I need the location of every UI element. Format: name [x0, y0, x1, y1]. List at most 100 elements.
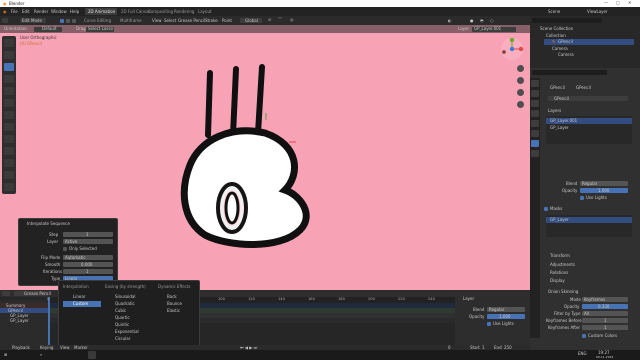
- custom-colors-checkbox[interactable]: [582, 334, 586, 338]
- blender-menu-icon[interactable]: ◉: [3, 9, 7, 14]
- menu-file[interactable]: File: [11, 9, 18, 14]
- overlays-icon[interactable]: ◐: [448, 18, 452, 23]
- blender-taskbar-icon[interactable]: [88, 351, 96, 359]
- output-tab-icon[interactable]: [531, 100, 539, 107]
- layer-dropdown[interactable]: Active: [63, 239, 113, 244]
- play-controls[interactable]: ⏮ ◀ ▶ ⏭: [240, 345, 257, 350]
- minimize-icon[interactable]: —: [604, 1, 608, 5]
- layer-row-2[interactable]: GP_Layer: [10, 319, 29, 323]
- start-field[interactable]: 1: [482, 345, 485, 350]
- transform-panel-header[interactable]: Transform: [550, 254, 570, 258]
- cursor-tool-icon[interactable]: [4, 39, 14, 47]
- pan-hand-icon[interactable]: [517, 77, 524, 84]
- scale-tool-icon[interactable]: [4, 87, 14, 95]
- select-tool-icon[interactable]: [4, 51, 14, 59]
- annotate-tool-icon[interactable]: [4, 183, 14, 191]
- current-frame-field[interactable]: 0: [448, 345, 451, 350]
- object-tab-icon[interactable]: [531, 120, 539, 127]
- panel-title[interactable]: Interpolate Sequence: [27, 222, 70, 226]
- tab-rendering[interactable]: Rendering: [174, 9, 194, 14]
- adjustments-panel-header[interactable]: Adjustments: [550, 263, 575, 267]
- outliner-item-camera[interactable]: Camera: [552, 47, 568, 51]
- menu-help[interactable]: Help: [70, 9, 79, 14]
- relations-panel-header[interactable]: Relations: [550, 271, 568, 275]
- tl-opacity-slider[interactable]: 1.000: [487, 314, 525, 319]
- tab-compositing[interactable]: Compositing: [148, 9, 173, 14]
- radius-tool-icon[interactable]: [4, 159, 14, 167]
- mode-dropdown[interactable]: Grease Pencil: [14, 291, 51, 296]
- menu-select[interactable]: Select: [164, 18, 176, 23]
- properties-search[interactable]: [532, 70, 607, 75]
- shading-material-icon[interactable]: ◓: [480, 18, 484, 23]
- opacity-slider[interactable]: 1.000: [580, 188, 628, 193]
- extrude-tool-icon[interactable]: [4, 147, 14, 155]
- iterations-field[interactable]: 1: [63, 269, 113, 274]
- option-sinusoidal[interactable]: Sinusoidal: [115, 295, 135, 299]
- navigation-gizmo[interactable]: [500, 37, 524, 61]
- shear-tool-icon[interactable]: [4, 123, 14, 131]
- layers-panel-header[interactable]: Layers: [548, 109, 561, 113]
- snap-icon[interactable]: ⌒: [278, 17, 282, 22]
- only-selected-checkbox[interactable]: [63, 246, 67, 251]
- shading-rendered-icon[interactable]: ○: [490, 18, 494, 23]
- option-quadratic[interactable]: Quadratic: [115, 302, 135, 306]
- outliner-search[interactable]: [532, 18, 602, 23]
- layer-row[interactable]: GP_Layer: [550, 126, 569, 130]
- option-linear[interactable]: Linear: [73, 295, 85, 299]
- use-lights-checkbox[interactable]: [580, 196, 584, 200]
- layer-panel-header[interactable]: Layer: [463, 297, 474, 301]
- view-layer-selector[interactable]: ViewLayer: [587, 9, 608, 14]
- bend-tool-icon[interactable]: [4, 111, 14, 119]
- menu-grease-pencil[interactable]: Grease Pencil: [178, 18, 205, 23]
- filter-type-dropdown[interactable]: All: [582, 311, 628, 316]
- option-quartic[interactable]: Quartic: [115, 316, 130, 320]
- transform-tool-icon[interactable]: [4, 99, 14, 107]
- camera-view-icon[interactable]: [517, 89, 524, 96]
- masks-checkbox[interactable]: [544, 207, 548, 211]
- outliner-item-collection[interactable]: Collection: [546, 34, 566, 38]
- outliner-item-camera-data[interactable]: Camera: [558, 53, 574, 57]
- menu-view[interactable]: View: [152, 18, 162, 23]
- option-quintic[interactable]: Quintic: [115, 323, 129, 327]
- editor-type-button[interactable]: [2, 18, 8, 23]
- zoom-icon[interactable]: [517, 65, 524, 72]
- rotate-tool-icon[interactable]: [4, 75, 14, 83]
- render-tab-icon[interactable]: [531, 90, 539, 97]
- select-mode-points-icon[interactable]: [60, 18, 64, 23]
- option-circular[interactable]: Circular: [115, 337, 130, 341]
- smooth-field[interactable]: 0.000: [63, 262, 113, 267]
- transform-orientation-dropdown[interactable]: Global: [240, 18, 262, 23]
- select-mode-segments-icon[interactable]: [72, 18, 76, 23]
- flip-mode-dropdown[interactable]: Automatic: [63, 255, 113, 260]
- onion-mode-dropdown[interactable]: Keyframes: [582, 297, 628, 302]
- tool-tab-icon[interactable]: [531, 80, 539, 87]
- keyframes-before-field[interactable]: 1: [582, 318, 628, 323]
- gpencil-datablock-field[interactable]: GPencil: [548, 96, 628, 101]
- grid-toggle-icon[interactable]: [517, 101, 524, 108]
- close-icon[interactable]: ✕: [628, 1, 631, 5]
- data-tab-icon[interactable]: [531, 140, 539, 147]
- layer-row-selected[interactable]: GP_Layer.001: [546, 118, 632, 124]
- option-exponential[interactable]: Exponential: [115, 330, 139, 334]
- tab-2d-full-canvas[interactable]: 2D Full Canvas: [121, 9, 151, 14]
- step-field[interactable]: 1: [63, 232, 113, 237]
- onion-opacity-slider[interactable]: 0.330: [582, 304, 628, 309]
- select-mode-strokes-icon[interactable]: [66, 18, 70, 23]
- interpolate-tool-icon[interactable]: [4, 171, 14, 179]
- tab-2d-animation[interactable]: 2D Animation: [85, 8, 117, 15]
- onion-skinning-header[interactable]: Onion Skinning: [548, 290, 578, 294]
- option-elastic[interactable]: Elastic: [167, 309, 180, 313]
- menu-render[interactable]: Render: [34, 9, 48, 14]
- outliner-scene-collection[interactable]: Scene Collection: [540, 27, 573, 31]
- windows-start-icon[interactable]: ⊞: [4, 353, 7, 357]
- playhead[interactable]: [48, 297, 50, 345]
- option-back[interactable]: Back: [167, 295, 177, 299]
- to-sphere-tool-icon[interactable]: [4, 135, 14, 143]
- end-field[interactable]: 250: [504, 345, 512, 350]
- move-tool-icon[interactable]: [4, 63, 14, 71]
- option-bounce[interactable]: Bounce: [167, 302, 182, 306]
- blend-dropdown[interactable]: Regular: [580, 181, 628, 186]
- multiframe-toggle[interactable]: Multiframe: [120, 18, 142, 23]
- maximize-icon[interactable]: □: [616, 1, 620, 5]
- material-tab-icon[interactable]: [531, 150, 539, 157]
